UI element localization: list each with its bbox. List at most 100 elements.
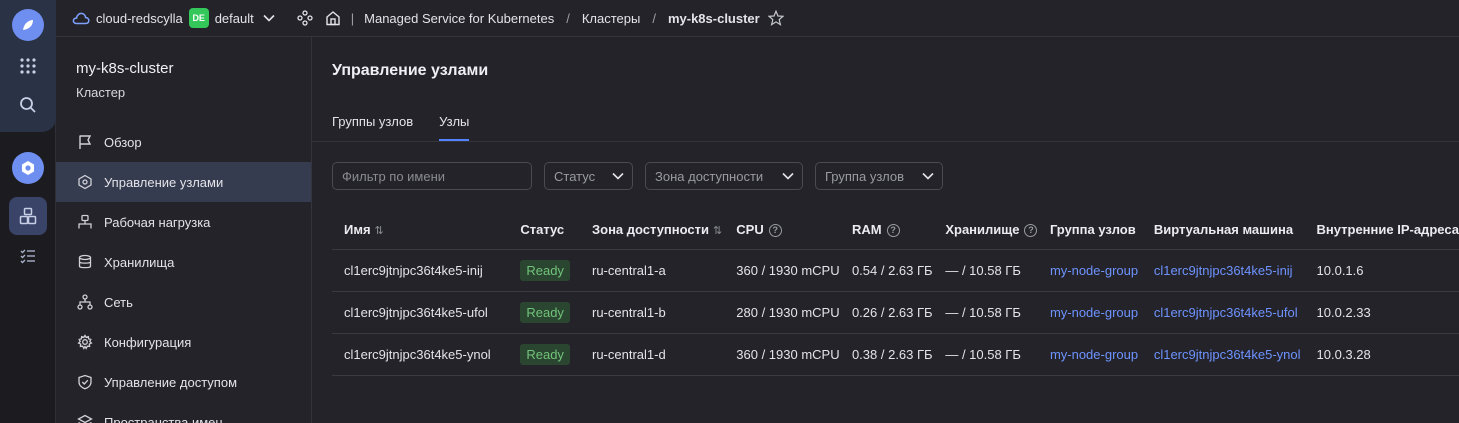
flag-icon (76, 133, 94, 151)
chevron-down-icon (263, 14, 275, 22)
sidebar-item-label: Хранилища (104, 254, 175, 270)
cluster-sidebar: my-k8s-cluster Кластер Обзор Управление … (56, 37, 312, 423)
node-name[interactable]: cl1erc9jtnjpc36t4ke5-ynol (332, 333, 509, 376)
node-status: Ready (508, 249, 580, 292)
sidebar-item-storage[interactable]: Хранилища (56, 242, 311, 282)
zone-filter-select[interactable]: Зона доступности (645, 162, 803, 190)
name-filter-input[interactable] (332, 162, 532, 190)
sidebar-item-namespaces[interactable]: Пространства имен (56, 402, 311, 423)
node-name[interactable]: cl1erc9jtnjpc36t4ke5-inij (332, 249, 509, 292)
node-ram: 0.38 / 2.63 ГБ (839, 333, 934, 376)
sidebar-item-label: Рабочая нагрузка (104, 214, 211, 230)
status-badge: Ready (520, 259, 570, 281)
status-filter-select[interactable]: Статус (544, 162, 633, 190)
node-zone: ru-central1-a (579, 249, 725, 292)
node-icon (76, 173, 94, 191)
node-storage: — / 10.58 ГБ (933, 291, 1038, 334)
sidebar-item-configuration[interactable]: Конфигурация (56, 322, 311, 362)
table-header-row: Имя ⇅ Статус Зона доступности ⇅ CPU? RAM? … (332, 210, 1459, 250)
group-filter-label: Группа узлов (825, 168, 904, 184)
logo-icon[interactable] (12, 9, 44, 41)
help-icon[interactable]: ? (1024, 223, 1038, 237)
status-badge: Ready (520, 343, 570, 365)
main-content: Управление узлами Группы узлов Узлы Стат… (312, 37, 1459, 423)
tabs: Группы узлов Узлы (332, 113, 495, 141)
resources-icon[interactable] (9, 197, 47, 235)
tab-node-groups[interactable]: Группы узлов (332, 113, 413, 141)
folder-badge: DE (188, 8, 209, 28)
node-cpu: 280 / 1930 mCPU (724, 291, 840, 334)
top-header: cloud-redscylla DE default | Managed Ser… (56, 0, 1459, 37)
node-group-link[interactable]: my-node-group (1037, 249, 1142, 292)
sidebar-item-workload[interactable]: Рабочая нагрузка (56, 202, 311, 242)
sidebar-item-access[interactable]: Управление доступом (56, 362, 311, 402)
vm-link[interactable]: cl1erc9jtnjpc36t4ke5-inij (1141, 249, 1305, 292)
nodes-table: Имя ⇅ Статус Зона доступности ⇅ CPU? RAM? … (332, 210, 1459, 376)
sort-icon: ⇅ (713, 224, 723, 237)
node-storage: — / 10.58 ГБ (933, 249, 1038, 292)
star-icon[interactable] (767, 10, 784, 26)
node-ram: 0.54 / 2.63 ГБ (839, 249, 934, 292)
sidebar-item-overview[interactable]: Обзор (56, 122, 311, 162)
table-row[interactable]: cl1erc9jtnjpc36t4ke5-inij Ready ru-centr… (332, 249, 1459, 292)
home-icon[interactable] (325, 10, 341, 26)
sort-icon: ⇅ (374, 224, 384, 237)
column-header-status: Статус (508, 210, 580, 250)
vm-link[interactable]: cl1erc9jtnjpc36t4ke5-ufol (1141, 291, 1305, 334)
node-zone: ru-central1-b (579, 291, 725, 334)
help-icon[interactable]: ? (886, 223, 900, 237)
node-status: Ready (508, 333, 580, 376)
folder-selector[interactable]: DE default (183, 8, 275, 28)
column-header-vm: Виртуальная машина (1141, 210, 1305, 250)
shield-icon (76, 373, 94, 391)
node-name[interactable]: cl1erc9jtnjpc36t4ke5-ufol (332, 291, 509, 334)
tab-nodes[interactable]: Узлы (439, 113, 470, 141)
cluster-title: my-k8s-cluster (76, 60, 174, 77)
page-title: Управление узлами (332, 62, 489, 79)
sidebar-item-label: Пространства имен (104, 414, 223, 423)
table-row[interactable]: cl1erc9jtnjpc36t4ke5-ynol Ready ru-centr… (332, 333, 1459, 376)
node-storage: — / 10.58 ГБ (933, 333, 1038, 376)
node-zone: ru-central1-d (579, 333, 725, 376)
column-header-ram: RAM? (839, 210, 934, 250)
column-header-node-group: Группа узлов (1037, 210, 1142, 250)
status-badge: Ready (520, 301, 570, 323)
cluster-subtitle: Кластер (76, 85, 126, 100)
node-internal-ip: 10.0.3.28 (1304, 333, 1459, 376)
column-header-zone[interactable]: Зона доступности ⇅ (579, 210, 725, 250)
column-header-name[interactable]: Имя ⇅ (332, 210, 509, 250)
sidebar-item-label: Обзор (104, 134, 142, 150)
sidebar-item-network[interactable]: Сеть (56, 282, 311, 322)
rail-top-panel (0, 0, 56, 132)
column-header-storage: Хранилище? (933, 210, 1038, 250)
node-group-link[interactable]: my-node-group (1037, 333, 1142, 376)
breadcrumb-separator: / (652, 10, 656, 26)
kubernetes-service-icon[interactable] (12, 152, 44, 184)
apps-grid-icon[interactable] (16, 54, 40, 78)
breadcrumb-separator: / (566, 10, 570, 26)
database-icon (76, 253, 94, 271)
sidebar-item-label: Сеть (104, 294, 133, 310)
node-ram: 0.26 / 2.63 ГБ (839, 291, 934, 334)
group-filter-select[interactable]: Группа узлов (815, 162, 943, 190)
column-header-cpu: CPU? (724, 210, 840, 250)
help-icon[interactable]: ? (768, 223, 782, 237)
breadcrumb-clusters[interactable]: Кластеры (582, 11, 641, 26)
breadcrumb-service[interactable]: Managed Service for Kubernetes (364, 11, 554, 26)
zone-filter-label: Зона доступности (655, 168, 764, 184)
services-icon[interactable] (297, 10, 313, 26)
cloud-selector[interactable]: cloud-redscylla (72, 11, 183, 26)
node-internal-ip: 10.0.1.6 (1304, 249, 1459, 292)
sidebar-item-label: Управление узлами (104, 174, 224, 190)
sidebar-item-node-management[interactable]: Управление узлами (56, 162, 311, 202)
checklist-icon[interactable] (16, 244, 40, 268)
column-header-internal-ip: Внутренние IP-адреса (1304, 210, 1459, 250)
left-rail (0, 0, 56, 423)
search-icon[interactable] (16, 93, 40, 117)
node-group-link[interactable]: my-node-group (1037, 291, 1142, 334)
chevron-down-icon (782, 172, 794, 180)
node-cpu: 360 / 1930 mCPU (724, 333, 840, 376)
table-row[interactable]: cl1erc9jtnjpc36t4ke5-ufol Ready ru-centr… (332, 291, 1459, 334)
vm-link[interactable]: cl1erc9jtnjpc36t4ke5-ynol (1141, 333, 1305, 376)
chevron-down-icon (922, 172, 934, 180)
